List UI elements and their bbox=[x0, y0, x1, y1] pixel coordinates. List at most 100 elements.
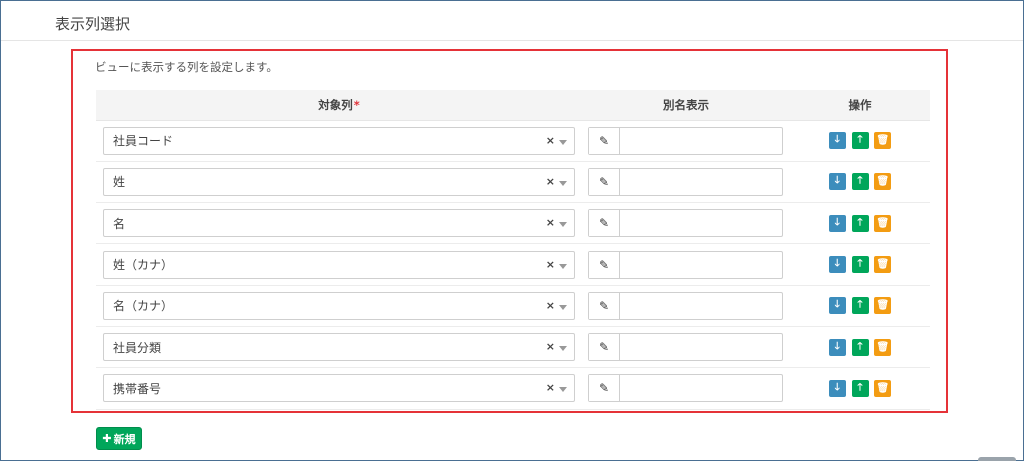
target-select[interactable]: 社員分類 × bbox=[103, 333, 575, 362]
alias-input[interactable] bbox=[620, 251, 782, 278]
target-cell: 携帯番号 × bbox=[96, 367, 582, 410]
target-select-value: 姓 bbox=[113, 175, 126, 190]
clear-icon[interactable]: × bbox=[546, 134, 555, 147]
table-row: 姓 × ✎ 🡓 🡑 🗑 bbox=[96, 161, 930, 204]
target-select[interactable]: 姓（カナ） × bbox=[103, 250, 575, 279]
target-select-value: 社員分類 bbox=[113, 340, 162, 355]
delete-button[interactable]: 🗑 bbox=[874, 132, 892, 150]
ops-cell: 🡓 🡑 🗑 bbox=[790, 161, 930, 204]
target-cell: 社員分類 × bbox=[96, 326, 582, 369]
ops-cell: 🡓 🡑 🗑 bbox=[790, 285, 930, 327]
target-select-value: 名 bbox=[113, 216, 126, 231]
chevron-down-icon[interactable] bbox=[559, 387, 567, 393]
target-select[interactable]: 携帯番号 × bbox=[103, 374, 575, 403]
arrow-up-icon: 🡑 bbox=[857, 134, 863, 146]
alias-cell: ✎ bbox=[582, 120, 790, 162]
pencil-icon: ✎ bbox=[589, 127, 620, 154]
delete-button[interactable]: 🗑 bbox=[874, 214, 892, 232]
target-select[interactable]: 名 × bbox=[103, 209, 575, 238]
trash-icon: 🗑 bbox=[876, 259, 890, 271]
pencil-icon: ✎ bbox=[589, 210, 620, 237]
move-down-button[interactable]: 🡓 bbox=[828, 338, 846, 356]
delete-button[interactable]: 🗑 bbox=[874, 379, 892, 397]
trash-icon: 🗑 bbox=[876, 176, 890, 188]
alias-input[interactable] bbox=[620, 168, 782, 195]
alias-input-group: ✎ bbox=[588, 209, 783, 238]
move-down-button[interactable]: 🡓 bbox=[828, 132, 846, 150]
alias-input-group: ✎ bbox=[588, 167, 783, 196]
target-select-value: 名（カナ） bbox=[113, 299, 174, 314]
delete-button[interactable]: 🗑 bbox=[874, 338, 892, 356]
alias-input-group: ✎ bbox=[588, 333, 783, 362]
arrow-down-icon: 🡓 bbox=[834, 381, 840, 393]
table-row: 社員分類 × ✎ 🡓 🡑 🗑 bbox=[96, 326, 930, 369]
trash-icon: 🗑 bbox=[876, 341, 890, 353]
alias-input[interactable] bbox=[620, 375, 782, 402]
move-down-button[interactable]: 🡓 bbox=[828, 379, 846, 397]
move-up-button[interactable]: 🡑 bbox=[851, 132, 869, 150]
chevron-down-icon[interactable] bbox=[559, 346, 567, 352]
trash-icon: 🗑 bbox=[876, 217, 890, 229]
move-down-button[interactable]: 🡓 bbox=[828, 256, 846, 274]
clear-icon[interactable]: × bbox=[546, 258, 555, 271]
target-select[interactable]: 名（カナ） × bbox=[103, 291, 575, 320]
alias-input[interactable] bbox=[620, 334, 782, 361]
alias-cell: ✎ bbox=[582, 202, 790, 245]
move-up-button[interactable]: 🡑 bbox=[851, 379, 869, 397]
new-button[interactable]: ✚ 新規 bbox=[96, 427, 142, 450]
move-down-button[interactable]: 🡓 bbox=[828, 173, 846, 191]
alias-input-group: ✎ bbox=[588, 126, 783, 155]
alias-input[interactable] bbox=[620, 127, 782, 154]
alias-input[interactable] bbox=[620, 210, 782, 237]
alias-input[interactable] bbox=[620, 292, 782, 319]
clear-icon[interactable]: × bbox=[546, 381, 555, 394]
pencil-icon: ✎ bbox=[589, 168, 620, 195]
alias-cell: ✎ bbox=[582, 326, 790, 369]
clear-icon[interactable]: × bbox=[546, 299, 555, 312]
target-cell: 姓（カナ） × bbox=[96, 243, 582, 286]
move-up-button[interactable]: 🡑 bbox=[851, 214, 869, 232]
chevron-down-icon[interactable] bbox=[559, 263, 567, 269]
chevron-down-icon[interactable] bbox=[559, 222, 567, 228]
target-select[interactable]: 姓 × bbox=[103, 167, 575, 196]
arrow-down-icon: 🡓 bbox=[834, 299, 840, 311]
pencil-icon: ✎ bbox=[589, 292, 620, 319]
header-target: 対象列* bbox=[96, 90, 582, 121]
pencil-icon: ✎ bbox=[589, 251, 620, 278]
pencil-icon: ✎ bbox=[589, 375, 620, 402]
target-select[interactable]: 社員コード × bbox=[103, 126, 575, 155]
target-select-value: 姓（カナ） bbox=[113, 258, 174, 273]
move-up-button[interactable]: 🡑 bbox=[851, 173, 869, 191]
arrow-down-icon: 🡓 bbox=[834, 340, 840, 352]
alias-cell: ✎ bbox=[582, 243, 790, 286]
chevron-down-icon[interactable] bbox=[559, 139, 567, 145]
move-up-button[interactable]: 🡑 bbox=[851, 338, 869, 356]
trash-icon: 🗑 bbox=[876, 135, 890, 147]
arrow-down-icon: 🡓 bbox=[834, 175, 840, 187]
header-target-label: 対象列 bbox=[318, 97, 353, 112]
header-ops: 操作 bbox=[790, 90, 930, 121]
chevron-down-icon[interactable] bbox=[559, 304, 567, 310]
move-down-button[interactable]: 🡓 bbox=[828, 297, 846, 315]
clear-icon[interactable]: × bbox=[546, 340, 555, 353]
ops-cell: 🡓 🡑 🗑 bbox=[790, 243, 930, 286]
move-up-button[interactable]: 🡑 bbox=[851, 256, 869, 274]
pencil-icon: ✎ bbox=[589, 334, 620, 361]
table-row: 姓（カナ） × ✎ 🡓 🡑 🗑 bbox=[96, 243, 930, 286]
move-up-button[interactable]: 🡑 bbox=[851, 297, 869, 315]
clear-icon[interactable]: × bbox=[546, 216, 555, 229]
move-down-button[interactable]: 🡓 bbox=[828, 214, 846, 232]
delete-button[interactable]: 🗑 bbox=[874, 256, 892, 274]
plus-icon: ✚ bbox=[102, 432, 112, 445]
corner-widget[interactable] bbox=[978, 457, 1016, 461]
table-header-row: 対象列* 別名表示 操作 bbox=[96, 90, 930, 121]
delete-button[interactable]: 🗑 bbox=[874, 297, 892, 315]
alias-input-group: ✎ bbox=[588, 250, 783, 279]
trash-icon: 🗑 bbox=[876, 300, 890, 312]
delete-button[interactable]: 🗑 bbox=[874, 173, 892, 191]
new-button-label: 新規 bbox=[113, 432, 136, 446]
clear-icon[interactable]: × bbox=[546, 175, 555, 188]
chevron-down-icon[interactable] bbox=[559, 180, 567, 186]
target-cell: 姓 × bbox=[96, 161, 582, 204]
target-select-value: 携帯番号 bbox=[113, 381, 162, 396]
